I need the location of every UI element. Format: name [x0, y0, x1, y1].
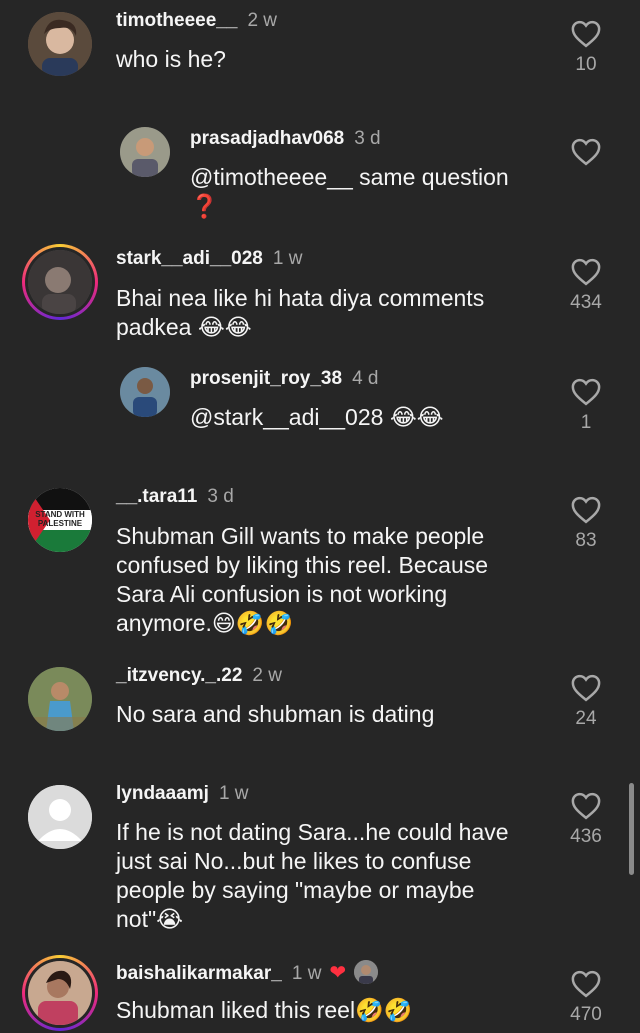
heart-outline-icon — [571, 258, 601, 286]
red-heart-icon: ❤ — [329, 962, 347, 984]
question-mark-emoji: ❓ — [190, 194, 219, 220]
like-count: 434 — [570, 292, 602, 313]
avatar[interactable] — [28, 785, 92, 849]
like-button[interactable]: 470 — [566, 970, 606, 1026]
comment-time: 2 w — [252, 665, 282, 686]
heart-outline-icon — [571, 970, 601, 998]
comment-time: 1 w — [218, 783, 249, 804]
creator-avatar — [354, 960, 379, 984]
like-count: 470 — [570, 1004, 602, 1025]
comment-username[interactable]: lyndaaamj — [116, 783, 209, 804]
heart-outline-icon — [571, 138, 601, 166]
comment-username[interactable]: _itzvency._.22 — [116, 665, 242, 686]
comment-username[interactable]: prosenjit_roy_38 — [190, 368, 342, 389]
comment-text-body: @timotheeee__ same question — [190, 164, 509, 190]
like-button[interactable]: 436 — [566, 792, 606, 848]
like-count: 83 — [575, 530, 597, 551]
like-count: 436 — [570, 826, 602, 847]
comment-username[interactable]: stark__adi__028 — [116, 248, 263, 269]
scrollbar[interactable] — [629, 783, 634, 875]
comment-text: Shubman liked this reel🤣🤣 — [116, 997, 413, 1023]
avatar — [28, 250, 92, 314]
heart-outline-icon — [571, 792, 601, 820]
comment-username[interactable]: baishalikarmakar_ — [116, 963, 282, 984]
comment-text: No sara and shubman is dating — [116, 701, 435, 727]
like-button[interactable]: 1 — [566, 378, 606, 434]
comment-time: 1 w — [272, 248, 303, 269]
comment-username[interactable]: prasadjadhav068 — [190, 128, 344, 149]
comment-text: @timotheeee__ same question ❓ — [190, 163, 550, 222]
heart-outline-icon — [571, 378, 601, 406]
like-count: 10 — [575, 54, 597, 75]
like-button[interactable]: 10 — [566, 20, 606, 76]
story-ring[interactable] — [22, 955, 98, 1031]
comment-username[interactable]: __.tara11 — [116, 486, 197, 507]
comment-text: If he is not dating Sara...he could have… — [116, 819, 509, 932]
like-count: 24 — [575, 708, 597, 729]
comment-text: @stark__adi__028 😂😂 — [190, 404, 444, 430]
like-button[interactable]: 83 — [566, 496, 606, 552]
comment-time: 3 d — [354, 128, 381, 149]
comment-text: Shubman Gill wants to make people confus… — [116, 523, 489, 636]
heart-outline-icon — [571, 674, 601, 702]
avatar[interactable] — [28, 12, 92, 76]
comment-text: Bhai nea like hi hata diya comments padk… — [116, 285, 485, 340]
heart-outline-icon — [571, 496, 601, 524]
comment-time: 2 w — [247, 10, 278, 31]
comment-time: 4 d — [352, 368, 379, 389]
avatar[interactable] — [120, 127, 170, 177]
like-count: 1 — [580, 412, 592, 433]
comment-time: 1 w — [291, 963, 322, 984]
avatar[interactable] — [28, 667, 92, 731]
avatar[interactable]: STAND WITH PALESTINE — [28, 488, 92, 552]
avatar — [28, 961, 92, 1025]
comment-text: who is he? — [116, 46, 226, 72]
avatar-caption: STAND WITH PALESTINE — [35, 510, 85, 528]
like-button[interactable] — [566, 138, 606, 166]
avatar[interactable] — [120, 367, 170, 417]
comment-time: 3 d — [207, 486, 234, 507]
like-button[interactable]: 24 — [566, 674, 606, 730]
comment-username[interactable]: timotheeee__ — [116, 10, 237, 31]
like-button[interactable]: 434 — [566, 258, 606, 314]
heart-outline-icon — [571, 20, 601, 48]
story-ring[interactable] — [22, 244, 98, 320]
